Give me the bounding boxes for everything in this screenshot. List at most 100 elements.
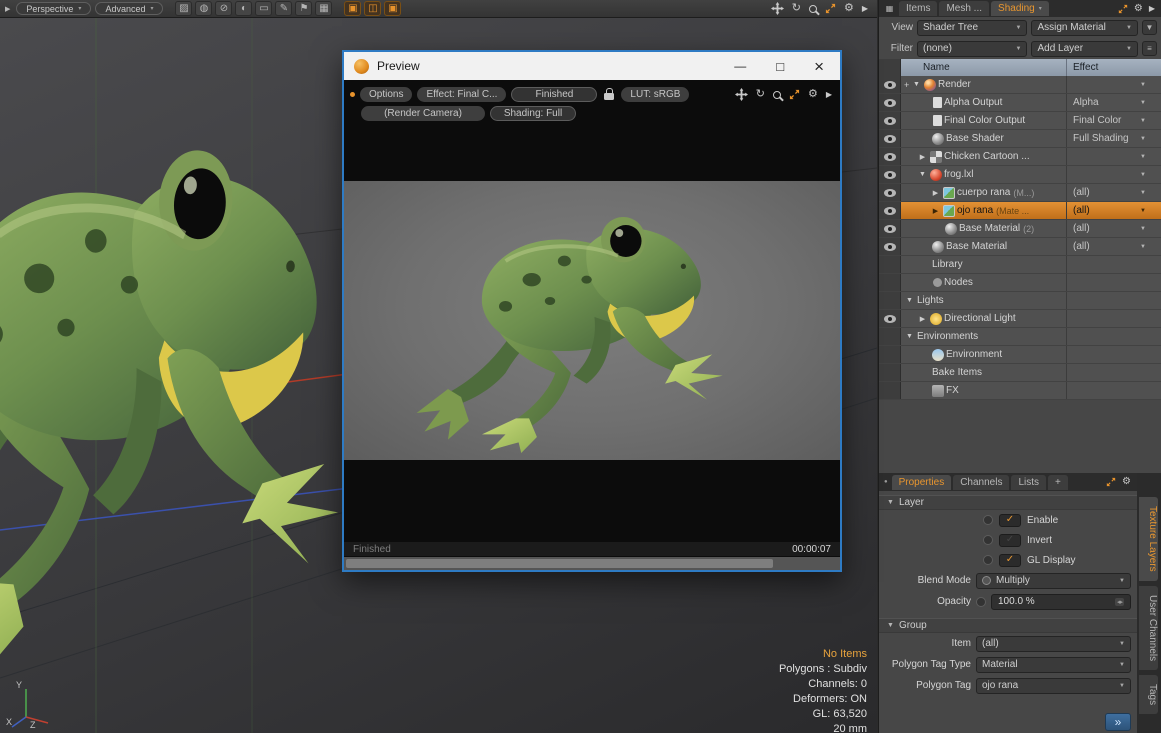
gear-icon[interactable]: ⚙ [1134, 4, 1143, 14]
layer-section-header[interactable]: ▼ Layer [879, 495, 1137, 510]
zoom-icon[interactable] [773, 91, 781, 99]
preview-scrollbar[interactable] [344, 557, 840, 570]
panel-arrow-icon[interactable]: ▶ [1149, 4, 1155, 13]
zoom-icon[interactable] [809, 5, 817, 13]
plus-icon[interactable]: + [904, 80, 911, 90]
render-region-icon[interactable]: ◫ [364, 1, 381, 16]
effect-cell[interactable]: ▼ [1066, 76, 1161, 93]
invert-checkbox[interactable]: ✓ [999, 534, 1021, 547]
panel-grid-icon[interactable]: ▦ [882, 1, 897, 16]
effect-cell[interactable]: ▼ [1066, 148, 1161, 165]
effect-cell[interactable]: Alpha▼ [1066, 94, 1161, 111]
effect-dropdown-icon[interactable]: ▼ [1140, 190, 1146, 196]
enable-checkbox[interactable]: ✓ [999, 514, 1021, 527]
lut-selector-button[interactable]: LUT: sRGB [621, 87, 689, 102]
polygon-tag-type-dropdown[interactable]: Material ▼ [976, 657, 1131, 673]
shader-tree-row-library[interactable]: Library [879, 256, 1161, 274]
effect-cell[interactable]: Full Shading▼ [1066, 130, 1161, 147]
preview-window[interactable]: Preview — □ × Options Effect: Final C...… [342, 50, 842, 572]
effect-dropdown-icon[interactable]: ▼ [1140, 226, 1146, 232]
visibility-eye-toggle[interactable] [879, 310, 901, 327]
group-section-header[interactable]: ▼ Group [879, 618, 1137, 633]
render-frame-icon[interactable]: ▣ [384, 1, 401, 16]
lock-icon[interactable] [604, 93, 614, 100]
effect-cell[interactable]: (all)▼ [1066, 184, 1161, 201]
maximize-button[interactable]: □ [776, 60, 784, 73]
effect-cell[interactable]: (all)▼ [1066, 238, 1161, 255]
effect-dropdown-icon[interactable]: ▼ [1140, 154, 1146, 160]
gear-icon[interactable]: ⚙ [844, 3, 854, 14]
close-button[interactable]: × [814, 58, 824, 75]
render-preview-icon[interactable]: ▣ [344, 1, 361, 16]
viewport-menu-arrow-icon[interactable]: ▶ [5, 5, 10, 13]
panel-arrow-icon[interactable]: ▶ [826, 90, 832, 99]
shader-tree-row-environments[interactable]: ▼Environments [879, 328, 1161, 346]
visibility-eye-toggle[interactable] [879, 130, 901, 147]
expander-open-icon[interactable]: ▼ [904, 297, 915, 304]
tab-lists[interactable]: Lists [1011, 475, 1046, 490]
shade-mode-icon[interactable]: ◐ [235, 1, 252, 16]
shader-tree-row-base-material[interactable]: Base Material(all)▼ [879, 238, 1161, 256]
blend-mode-dropdown[interactable]: Multiply ▼ [976, 573, 1131, 589]
visibility-eye-toggle[interactable] [879, 94, 901, 111]
effect-dropdown-icon[interactable]: ▼ [1140, 82, 1146, 88]
shader-tree-row-environment[interactable]: Environment [879, 346, 1161, 364]
opacity-input[interactable]: 100.0 % ◂▸ [991, 594, 1131, 610]
tab-tags[interactable]: Tags [1139, 675, 1158, 714]
expander-open-icon[interactable]: ▼ [917, 171, 928, 178]
shader-tree-row-bake-items[interactable]: Bake Items [879, 364, 1161, 382]
channel-circle-icon[interactable] [983, 555, 993, 565]
grid-toggle-icon[interactable]: ▦ [315, 1, 332, 16]
mini-slider-icon[interactable]: ◂▸ [1115, 598, 1124, 606]
visibility-eye-toggle[interactable] [879, 220, 901, 237]
expander-open-icon[interactable]: ▼ [904, 333, 915, 340]
expand-panel-icon[interactable] [789, 89, 800, 100]
item-dropdown[interactable]: (all) ▼ [976, 636, 1131, 652]
tab-add[interactable]: + [1048, 475, 1068, 490]
channel-circle-icon[interactable] [976, 597, 986, 607]
visibility-eye-toggle[interactable] [879, 238, 901, 255]
effect-dropdown-icon[interactable]: ▼ [1140, 244, 1146, 250]
visibility-eye-toggle[interactable] [879, 184, 901, 201]
expand-panel-icon[interactable] [1118, 4, 1128, 14]
expander-closed-icon[interactable]: ▶ [930, 189, 941, 197]
add-layer-dropdown[interactable]: Add Layer ▼ [1031, 41, 1138, 57]
expander-closed-icon[interactable]: ▶ [917, 315, 928, 323]
expander-open-icon[interactable]: ▼ [911, 81, 922, 88]
shader-tree-row-lights[interactable]: ▼Lights [879, 292, 1161, 310]
gear-icon[interactable]: ⚙ [1122, 477, 1131, 487]
effect-dropdown-icon[interactable]: ▼ [1140, 118, 1146, 124]
effect-dropdown-icon[interactable]: ▼ [1140, 208, 1146, 214]
visibility-eye-toggle[interactable] [879, 148, 901, 165]
tab-properties[interactable]: Properties [892, 475, 952, 490]
tab-items[interactable]: Items [899, 1, 937, 16]
effect-dropdown-icon[interactable]: ▼ [1140, 136, 1146, 142]
pan-move-icon[interactable] [771, 2, 784, 15]
channel-circle-icon[interactable] [983, 515, 993, 525]
effect-cell[interactable]: (all)▼ [1066, 220, 1161, 237]
filter-dropdown[interactable]: (none) ▼ [917, 41, 1027, 57]
tab-channels[interactable]: Channels [953, 475, 1009, 490]
scrollbar-thumb[interactable] [346, 559, 773, 568]
more-options-button[interactable]: » [1105, 713, 1131, 731]
tab-texture-layers[interactable]: Texture Layers [1139, 497, 1158, 581]
shader-tree-row-alpha-output[interactable]: Alpha OutputAlpha▼ [879, 94, 1161, 112]
panel-arrow-icon[interactable]: ▶ [862, 4, 868, 13]
shader-tree-row-ojo-rana[interactable]: ▶ojo rana(Mate ...(all)▼ [879, 202, 1161, 220]
rotate-view-icon[interactable]: ↻ [792, 3, 801, 14]
options-button[interactable]: Options [360, 87, 412, 102]
effect-dropdown-icon[interactable]: ▼ [1140, 100, 1146, 106]
effect-column-header[interactable]: Effect [1066, 59, 1161, 76]
shader-tree-row-fx[interactable]: FX [879, 382, 1161, 400]
polygon-tag-dropdown[interactable]: ojo rana ▼ [976, 678, 1131, 694]
expander-closed-icon[interactable]: ▶ [917, 153, 928, 161]
pan-move-icon[interactable] [735, 88, 748, 101]
wireframe-sphere-icon[interactable]: ◍ [195, 1, 212, 16]
view-mode-dropdown[interactable]: Shader Tree ▼ [917, 20, 1027, 36]
camera-view-selector[interactable]: Perspective ▾ [16, 2, 91, 15]
effect-cell[interactable]: Final Color▼ [1066, 112, 1161, 129]
mask-tool-icon[interactable]: ▨ [175, 1, 192, 16]
render-image[interactable] [344, 181, 840, 460]
tab-user-channels[interactable]: User Channels [1139, 586, 1158, 670]
shader-tree-row-base-shader[interactable]: Base ShaderFull Shading▼ [879, 130, 1161, 148]
